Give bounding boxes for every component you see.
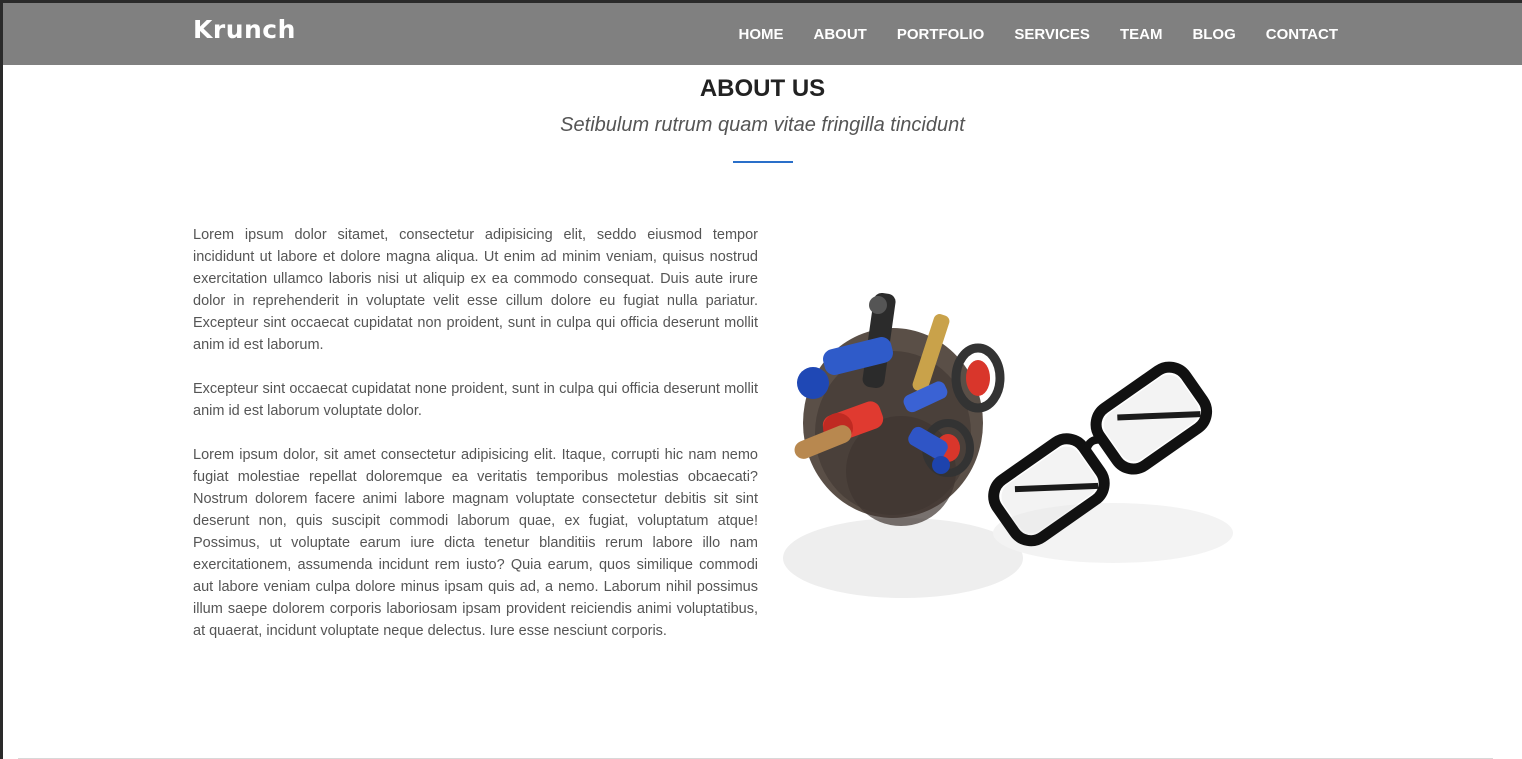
navbar: Krunch HOME ABOUT PORTFOLIO SERVICES TEA… — [3, 3, 1522, 65]
title-divider — [733, 161, 793, 163]
nav-item-contact[interactable]: CONTACT — [1266, 26, 1338, 43]
about-paragraph-2: Excepteur sint occaecat cupidatat none p… — [193, 381, 758, 419]
section-subtitle: Setibulum rutrum quam vitae fringilla ti… — [560, 114, 965, 136]
nav-item-home[interactable]: HOME — [739, 26, 784, 43]
main-nav: HOME ABOUT PORTFOLIO SERVICES TEAM BLOG … — [709, 3, 1338, 65]
nav-item-services[interactable]: SERVICES — [1014, 26, 1090, 43]
nav-item-team[interactable]: TEAM — [1120, 26, 1163, 43]
about-paragraph-3: Lorem ipsum dolor, sit amet consectetur … — [193, 447, 758, 639]
nav-item-about[interactable]: ABOUT — [814, 26, 867, 43]
nav-item-blog[interactable]: BLOG — [1192, 26, 1235, 43]
brand-logo[interactable]: Krunch — [193, 15, 296, 44]
about-text: Lorem ipsum dolor sitamet, consectetur a… — [193, 224, 758, 664]
nav-item-portfolio[interactable]: PORTFOLIO — [897, 26, 985, 43]
section-title: ABOUT US — [699, 75, 826, 102]
pen-cup-and-glasses-image — [783, 283, 1243, 613]
about-paragraph-1: Lorem ipsum dolor sitamet, consectetur a… — [193, 227, 758, 353]
page-frame: Krunch HOME ABOUT PORTFOLIO SERVICES TEA… — [0, 0, 1522, 759]
